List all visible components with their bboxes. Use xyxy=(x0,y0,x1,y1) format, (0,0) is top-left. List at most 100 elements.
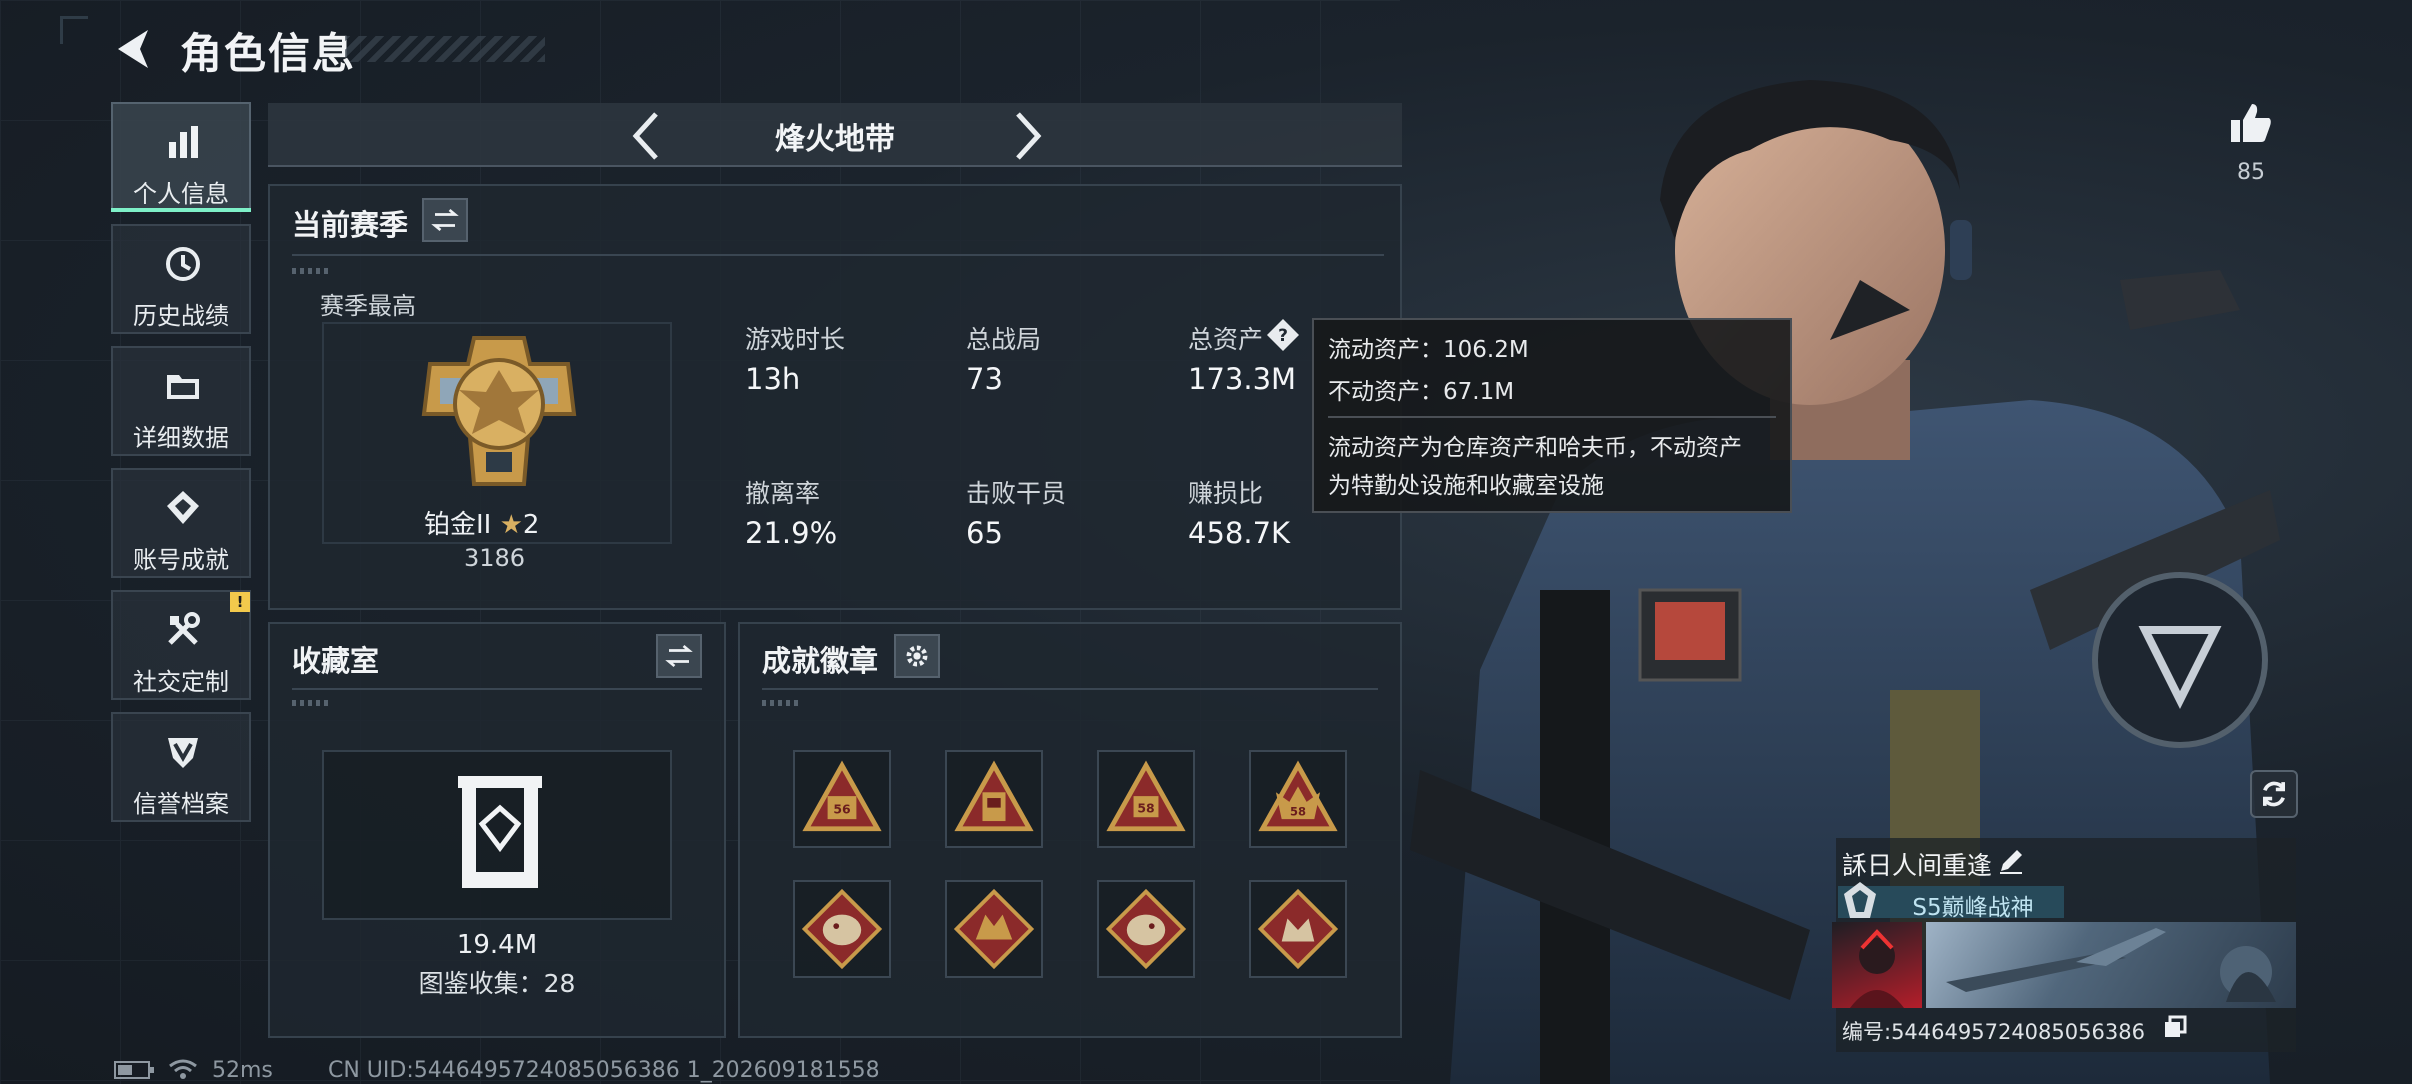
player-banner[interactable] xyxy=(1926,922,2296,1008)
back-arrow-icon[interactable] xyxy=(110,24,160,74)
sidebar-item-reputation[interactable]: 信誉档案 xyxy=(111,712,251,822)
svg-text:58: 58 xyxy=(1137,800,1154,815)
tooltip-note-line2: 为特勤处设施和收藏室设施 xyxy=(1328,473,1604,499)
player-avatar[interactable] xyxy=(1832,922,1922,1008)
chevron-left-icon[interactable] xyxy=(620,108,676,164)
tooltip-note-line1: 流动资产为仓库资产和哈夫币，不动资产 xyxy=(1328,435,1742,461)
refresh-icon[interactable] xyxy=(2250,770,2298,818)
sidebar-item-label: 个人信息 xyxy=(133,180,229,208)
player-name: 訸日人间重逢 xyxy=(1842,851,1993,880)
dragon-badge-icon xyxy=(1257,888,1339,970)
stat-label-kills: 击败干员 xyxy=(966,479,1067,508)
dragon-badge-icon xyxy=(1105,888,1187,970)
vault-icon xyxy=(458,776,542,888)
banner-jet-art xyxy=(1946,928,2276,1002)
like-count: 85 xyxy=(2237,160,2265,185)
switch-collection-icon[interactable] xyxy=(656,634,702,678)
section-divider xyxy=(762,688,1378,690)
mode-title: 烽火地带 xyxy=(775,122,895,157)
achievement-badge[interactable] xyxy=(793,880,891,978)
achievement-badge[interactable] xyxy=(1097,880,1195,978)
avatar-operator-icon xyxy=(1850,929,1904,1008)
wifi-icon xyxy=(169,1059,197,1079)
achievement-badge[interactable] xyxy=(1249,880,1347,978)
tooltip-liquid-assets: 流动资产：106.2M xyxy=(1328,337,1529,363)
alert-badge: ! xyxy=(230,592,250,612)
divider-ticks xyxy=(292,700,332,706)
stat-label-playtime: 游戏时长 xyxy=(745,325,846,354)
dragon-badge-icon xyxy=(801,888,883,970)
badges-title: 成就徽章 xyxy=(762,644,879,678)
sidebar-item-label: 信誉档案 xyxy=(133,790,229,818)
stat-value-matches: 73 xyxy=(966,362,1003,396)
uid-text: CN UID:5446495724085056386 1_20260918155… xyxy=(328,1058,880,1083)
triangle-badge-icon: 56 xyxy=(802,760,882,832)
reputation-icon xyxy=(168,738,198,768)
history-clock-icon xyxy=(166,247,200,281)
chevron-right-icon[interactable] xyxy=(998,108,1054,164)
stat-value-kills: 65 xyxy=(966,516,1003,550)
svg-text:?: ? xyxy=(1278,326,1288,346)
collection-value: 19.4M xyxy=(456,930,538,960)
bar-chart-icon xyxy=(169,126,198,158)
svg-text:58: 58 xyxy=(1290,804,1306,818)
sidebar-item-history[interactable]: 历史战绩 xyxy=(111,224,251,334)
stat-label-matches: 总战局 xyxy=(966,325,1042,354)
stat-value-total-assets: 173.3M xyxy=(1188,362,1297,396)
page-title: 角色信息 xyxy=(180,29,357,78)
gear-icon[interactable] xyxy=(894,634,940,678)
sidebar-item-personal-info[interactable]: 个人信息 xyxy=(111,102,251,212)
sidebar-item-label: 账号成就 xyxy=(133,546,229,574)
battery-icon xyxy=(114,1061,154,1079)
achievement-badge[interactable] xyxy=(945,880,1043,978)
achievement-icon xyxy=(167,491,199,524)
season-best-label: 赛季最高 xyxy=(320,292,416,320)
triangle-badge-icon: 58 xyxy=(1258,760,1338,832)
sidebar-item-label: 社交定制 xyxy=(133,668,229,696)
thumbs-up-icon[interactable] xyxy=(2228,100,2274,146)
sidebar-item-achievements[interactable]: 账号成就 xyxy=(111,468,251,578)
svg-text:56: 56 xyxy=(833,801,850,816)
copy-icon[interactable] xyxy=(2162,1014,2188,1040)
switch-season-icon[interactable] xyxy=(422,198,468,242)
achievement-badge[interactable]: 56 xyxy=(793,750,891,848)
sidebar-item-label: 详细数据 xyxy=(133,424,229,452)
stat-label-total-assets: 总资产 xyxy=(1188,325,1264,354)
tools-icon xyxy=(168,612,200,645)
edit-pencil-icon[interactable] xyxy=(1996,846,2026,876)
help-question-icon[interactable]: ? xyxy=(1266,318,1300,352)
stat-value-profit-ratio: 458.7K xyxy=(1188,516,1291,550)
collection-count: 图鉴收集：28 xyxy=(418,969,576,998)
player-id: 编号:5446495724085056386 xyxy=(1842,1020,2145,1044)
divider-ticks xyxy=(762,700,802,706)
section-divider xyxy=(292,254,1384,256)
section-divider xyxy=(292,688,702,690)
collection-room-preview[interactable] xyxy=(322,750,672,920)
rank-stars: 2 xyxy=(522,510,540,540)
stat-label-extract-rate: 撤离率 xyxy=(745,479,821,508)
sidebar-item-label: 历史战绩 xyxy=(133,302,229,330)
triangle-badge-icon: 58 xyxy=(1106,760,1186,832)
tooltip-fixed-assets: 不动资产：67.1M xyxy=(1328,379,1515,405)
stat-value-playtime: 13h xyxy=(745,362,801,396)
achievement-badge[interactable]: 58 xyxy=(1249,750,1347,848)
triangle-badge-icon xyxy=(954,760,1034,832)
rank-name-text: 铂金II xyxy=(424,510,492,540)
dragon-badge-icon xyxy=(953,888,1035,970)
folder-icon xyxy=(167,375,199,399)
player-title-text: S5巅峰战神 xyxy=(1912,895,2034,921)
stat-label-profit-ratio: 赚损比 xyxy=(1188,479,1264,508)
corner-decoration xyxy=(60,16,88,44)
rank-star-icon: ★ xyxy=(499,510,523,540)
title-emblem-icon xyxy=(1844,882,1876,918)
title-stripes-decoration xyxy=(345,36,545,62)
achievement-badge[interactable]: 58 xyxy=(1097,750,1195,848)
achievement-badge[interactable] xyxy=(945,750,1043,848)
sidebar-item-detailed-data[interactable]: 详细数据 xyxy=(111,346,251,456)
player-title-badge: S5巅峰战神 xyxy=(1838,882,2064,921)
season-title: 当前赛季 xyxy=(292,208,409,242)
rank-name: 铂金II ★2 xyxy=(424,504,539,541)
divider-ticks xyxy=(292,268,332,274)
assets-tooltip: 流动资产：106.2M 不动资产：67.1M 流动资产为仓库资产和哈夫币，不动资… xyxy=(1312,318,1792,513)
collection-title: 收藏室 xyxy=(292,644,380,678)
